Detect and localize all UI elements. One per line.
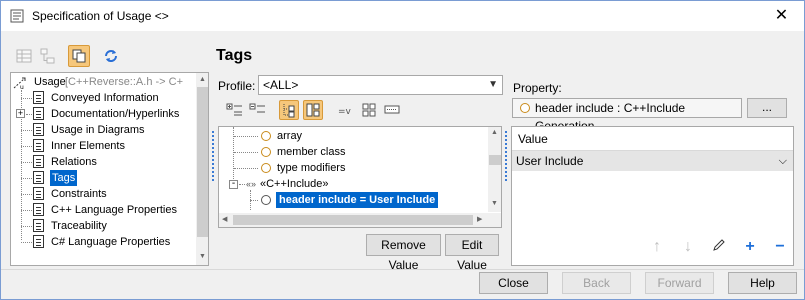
document-icon <box>33 91 44 104</box>
window-title: Specification of Usage <> <box>32 9 169 23</box>
stereotype-icon: «» <box>246 179 257 189</box>
scroll-right-icon[interactable]: ▶ <box>477 215 482 223</box>
close-window-button[interactable]: ✕ <box>759 1 804 31</box>
show-tags-with-values-toggle[interactable] <box>279 100 299 120</box>
pencil-icon <box>713 239 725 251</box>
remove-value-icon-button[interactable]: − <box>769 237 791 259</box>
value-select[interactable]: User Include ⌵ <box>512 151 793 171</box>
move-up-button[interactable]: ↑ <box>646 237 668 259</box>
scroll-up-icon[interactable]: ▲ <box>199 76 206 83</box>
forward-button[interactable]: Forward <box>645 272 714 294</box>
tag-tree: array member class type modifiers - «» «… <box>218 126 502 228</box>
tree-scrollbar[interactable]: ▲ ▼ <box>196 73 208 265</box>
arrow-up-icon: ↑ <box>653 238 661 255</box>
add-value-button[interactable]: + <box>739 237 761 259</box>
help-button[interactable]: Help <box>728 272 797 294</box>
scroll-thumb[interactable] <box>233 215 473 225</box>
tree-item-tags[interactable]: Tags <box>11 170 196 186</box>
tree-root-detail: [C++Reverse::A.h -> C+ <box>65 76 183 88</box>
splitter-handle-right[interactable] <box>505 131 508 181</box>
tree-item-cpp-language-properties[interactable]: C++ Language Properties <box>11 202 196 218</box>
tree-item-constraints[interactable]: Constraints <box>11 186 196 202</box>
tree-item-usage-in-diagrams[interactable]: Usage in Diagrams <box>11 122 196 138</box>
divider <box>1 269 804 270</box>
tree-item-inner-elements[interactable]: Inner Elements <box>11 138 196 154</box>
svg-text:u: u <box>20 84 24 89</box>
collapse-icon[interactable]: - <box>229 179 238 189</box>
remove-value-button[interactable]: Remove Value <box>366 234 441 272</box>
show-all-toggle[interactable] <box>68 45 90 67</box>
tag-value-icon <box>261 195 271 205</box>
tree-view-icon <box>283 104 295 118</box>
grouped-view-icon <box>306 103 320 117</box>
table-view-icon[interactable] <box>13 45 35 67</box>
hierarchy-view-icon[interactable] <box>37 45 59 67</box>
splitter-handle[interactable] <box>212 131 215 181</box>
profile-select[interactable]: <ALL> ▼ <box>258 75 503 95</box>
tree-item-traceability[interactable]: Traceability <box>11 218 196 234</box>
specification-window: Specification of Usage <> ✕ u Usage [C++… <box>0 0 805 300</box>
tag-definition-icon <box>261 131 271 141</box>
document-icon <box>33 235 44 248</box>
plus-icon: + <box>745 238 755 255</box>
usage-icon: u <box>13 77 26 89</box>
grid-icon[interactable] <box>361 102 377 118</box>
arrow-down-icon: ↓ <box>684 238 692 255</box>
document-icon <box>33 123 44 136</box>
browse-button[interactable]: ... <box>747 98 787 118</box>
minus-icon: − <box>775 238 785 255</box>
value-column-header: Value <box>512 127 793 151</box>
scroll-thumb[interactable] <box>489 155 501 165</box>
collapse-all-icon[interactable] <box>249 102 267 118</box>
profile-value: <ALL> <box>263 78 299 92</box>
back-button[interactable]: Back <box>562 272 631 294</box>
document-icon <box>33 171 44 184</box>
property-label: Property: <box>513 81 562 95</box>
tag-horizontal-scrollbar[interactable]: ◀ ▶ <box>219 213 501 227</box>
expand-icon[interactable]: + <box>16 109 25 118</box>
tag-vertical-scrollbar[interactable]: ▲ ▼ <box>488 127 501 212</box>
move-down-button[interactable]: ↓ <box>677 237 699 259</box>
tag-definition-icon <box>261 147 271 157</box>
scroll-left-icon[interactable]: ◀ <box>222 215 227 223</box>
expand-all-icon[interactable] <box>226 102 244 118</box>
show-stereotype-tags-toggle[interactable] <box>303 100 323 120</box>
scroll-down-icon[interactable]: ▼ <box>199 253 206 260</box>
edit-button[interactable] <box>708 237 730 259</box>
document-icon <box>33 187 44 200</box>
refresh-icon[interactable] <box>100 45 122 67</box>
close-icon: ✕ <box>774 7 789 24</box>
tree-root-label: Usage <box>34 76 66 88</box>
tree-item-csharp-language-properties[interactable]: C# Language Properties <box>11 234 196 250</box>
value-select-text: User Include <box>516 154 584 168</box>
document-icon <box>33 155 44 168</box>
copy-pages-icon <box>72 49 86 63</box>
app-icon <box>10 9 24 23</box>
scroll-up-icon[interactable]: ▲ <box>491 129 498 136</box>
tree-item-conveyed-information[interactable]: Conveyed Information <box>11 90 196 106</box>
svg-text:=v: =v <box>338 107 352 116</box>
tree-item-documentation-hyperlinks[interactable]: + Documentation/Hyperlinks <box>11 106 196 122</box>
document-icon <box>33 139 44 152</box>
specification-tree: u Usage [C++Reverse::A.h -> C+ Conveyed … <box>10 72 209 266</box>
document-icon <box>33 203 44 216</box>
title-bar: Specification of Usage <> ✕ <box>1 1 804 31</box>
tree-item-relations[interactable]: Relations <box>11 154 196 170</box>
document-icon <box>33 107 44 120</box>
scroll-thumb[interactable] <box>197 87 208 237</box>
property-field: header include : C++Include Generation <box>512 98 742 133</box>
document-icon <box>33 219 44 232</box>
edit-value-button[interactable]: Edit Value <box>445 234 499 272</box>
chevron-down-icon: ⌵ <box>778 155 787 167</box>
panel-title: Tags <box>216 47 253 64</box>
tag-definition-icon <box>261 163 271 173</box>
chevron-down-icon: ▼ <box>488 79 498 90</box>
profile-label: Profile: <box>218 79 256 93</box>
scroll-down-icon[interactable]: ▼ <box>491 200 498 207</box>
show-defaults-icon[interactable]: =v <box>338 104 354 116</box>
close-button[interactable]: Close <box>479 272 548 294</box>
text-field-icon[interactable] <box>384 104 400 116</box>
tag-definition-icon <box>520 103 530 113</box>
